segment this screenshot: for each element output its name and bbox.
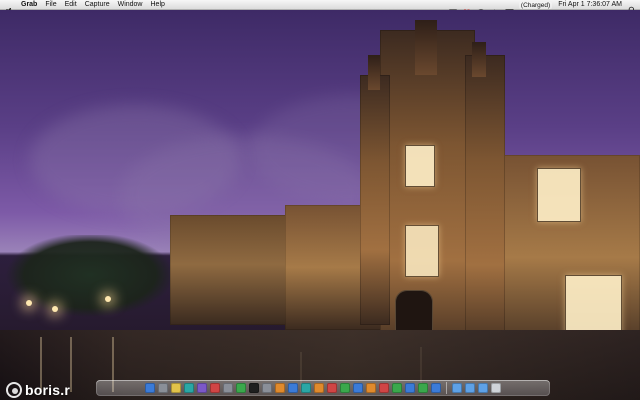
- street-light: [52, 306, 58, 312]
- recording-icon[interactable]: [463, 2, 471, 15]
- downloads-icon[interactable]: [465, 383, 475, 393]
- building-spire: [415, 20, 437, 75]
- skype-icon[interactable]: [353, 383, 363, 393]
- mail-icon[interactable]: [171, 383, 181, 393]
- building-window: [537, 168, 581, 222]
- building-tower-left: [360, 75, 390, 325]
- menu-bar-left: Grab File Edit Capture Window Help: [4, 0, 165, 15]
- documents-icon[interactable]: [478, 383, 488, 393]
- illustrator-icon[interactable]: [314, 383, 324, 393]
- menu-capture[interactable]: Capture: [85, 0, 110, 10]
- finder-icon[interactable]: [145, 383, 155, 393]
- menu-file[interactable]: File: [45, 0, 56, 10]
- watermark-text: boris.r: [25, 382, 70, 398]
- menu-window[interactable]: Window: [118, 0, 143, 10]
- desktop-wallpaper: [0, 10, 640, 400]
- terminal-icon[interactable]: [249, 383, 259, 393]
- trash-icon[interactable]: [491, 383, 501, 393]
- textedit-icon[interactable]: [288, 383, 298, 393]
- menu-help[interactable]: Help: [151, 0, 165, 10]
- volume-icon[interactable]: [491, 2, 499, 15]
- safari-icon[interactable]: [184, 383, 194, 393]
- adium-icon[interactable]: [392, 383, 402, 393]
- wifi-icon[interactable]: [477, 2, 485, 15]
- firefox-icon[interactable]: [327, 383, 337, 393]
- building-window: [405, 145, 435, 187]
- itunes-icon[interactable]: [197, 383, 207, 393]
- apple-menu-icon[interactable]: [4, 2, 13, 15]
- street-light: [26, 300, 32, 306]
- chrome-icon[interactable]: [340, 383, 350, 393]
- reflection-stripe: [70, 337, 72, 392]
- battery-status-text: (Charged): [518, 1, 553, 9]
- spotlight-search-icon[interactable]: [628, 1, 636, 14]
- evernote-icon[interactable]: [418, 383, 428, 393]
- battery-icon[interactable]: [505, 2, 515, 15]
- system-preferences-icon[interactable]: [262, 383, 272, 393]
- date-time-text[interactable]: Fri Apr 1 7:36:07 AM: [558, 0, 622, 10]
- building-spire: [368, 55, 380, 90]
- menu-bar: Grab File Edit Capture Window Help (Char…: [0, 0, 640, 15]
- folder-icon[interactable]: [452, 383, 462, 393]
- street-light: [105, 296, 111, 302]
- messages-icon[interactable]: [405, 383, 415, 393]
- photoshop-icon[interactable]: [301, 383, 311, 393]
- watermark-logo: [6, 382, 22, 398]
- dashboard-icon[interactable]: [158, 383, 168, 393]
- watermark: boris.r: [6, 382, 70, 398]
- transmission-icon[interactable]: [379, 383, 389, 393]
- status-menu-icon[interactable]: [448, 2, 457, 15]
- menu-edit[interactable]: Edit: [65, 0, 77, 10]
- preview-icon[interactable]: [236, 383, 246, 393]
- calculator-icon[interactable]: [275, 383, 285, 393]
- dock-separator: [446, 382, 447, 394]
- building-tower-right: [465, 55, 505, 355]
- building-window: [405, 225, 439, 277]
- menu-bar-right: (Charged) Fri Apr 1 7:36:07 AM: [448, 0, 636, 15]
- dropbox-icon[interactable]: [431, 383, 441, 393]
- address-book-icon[interactable]: [223, 383, 233, 393]
- app-menu[interactable]: Grab: [21, 0, 37, 10]
- building-spire: [472, 42, 486, 77]
- vlc-icon[interactable]: [366, 383, 376, 393]
- ical-icon[interactable]: [210, 383, 220, 393]
- wallpaper-building: [170, 20, 640, 360]
- dock: [96, 380, 550, 396]
